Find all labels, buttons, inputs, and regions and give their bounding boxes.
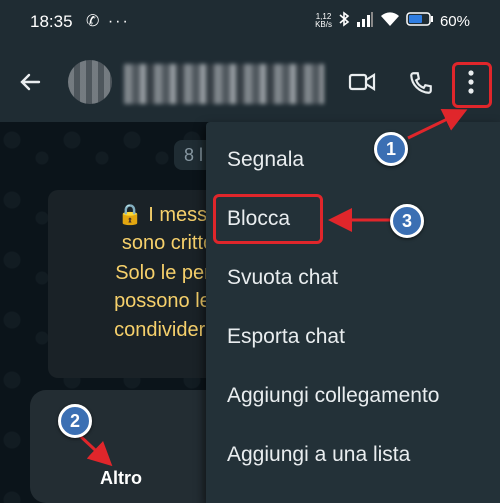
battery-icon — [406, 12, 434, 30]
menu-item-esporta-chat[interactable]: Esporta chat — [227, 325, 345, 349]
annotation-number-3: 3 — [390, 204, 424, 238]
status-right: 1,12 KB/s 60% — [315, 11, 470, 31]
network-speed: 1,12 KB/s — [315, 13, 332, 29]
phone-icon[interactable] — [408, 70, 434, 101]
highlight-blocca — [213, 194, 323, 244]
altro-label: Altro — [100, 468, 142, 488]
signal-icon — [356, 11, 374, 31]
clock: 18:35 — [30, 12, 73, 31]
annotation-number-2: 2 — [58, 404, 92, 438]
avatar[interactable] — [68, 60, 112, 104]
chat-header — [0, 46, 500, 122]
menu-item-svuota-chat[interactable]: Svuota chat — [227, 266, 338, 290]
menu-item-aggiungi-collegamento[interactable]: Aggiungi collegamento — [227, 384, 439, 408]
highlight-more-options — [452, 62, 492, 108]
bluetooth-icon — [338, 11, 350, 31]
annotation-number-1: 1 — [374, 132, 408, 166]
contact-name-blurred[interactable] — [124, 64, 324, 104]
video-call-icon[interactable] — [348, 70, 376, 99]
wifi-icon — [380, 11, 400, 31]
menu-item-segnala[interactable]: Segnala — [227, 148, 304, 172]
battery-percent: 60% — [439, 12, 470, 30]
back-arrow-icon[interactable] — [18, 70, 42, 99]
notification-icons: ✆ ··· — [86, 13, 130, 30]
overflow-menu: Segnala Blocca Svuota chat Esporta chat … — [206, 122, 500, 503]
status-bar: 18:35 ✆ ··· 1,12 KB/s 60% — [0, 0, 500, 46]
menu-item-aggiungi-lista[interactable]: Aggiungi a una lista — [227, 443, 410, 467]
network-speed-unit: KB/s — [315, 20, 332, 29]
